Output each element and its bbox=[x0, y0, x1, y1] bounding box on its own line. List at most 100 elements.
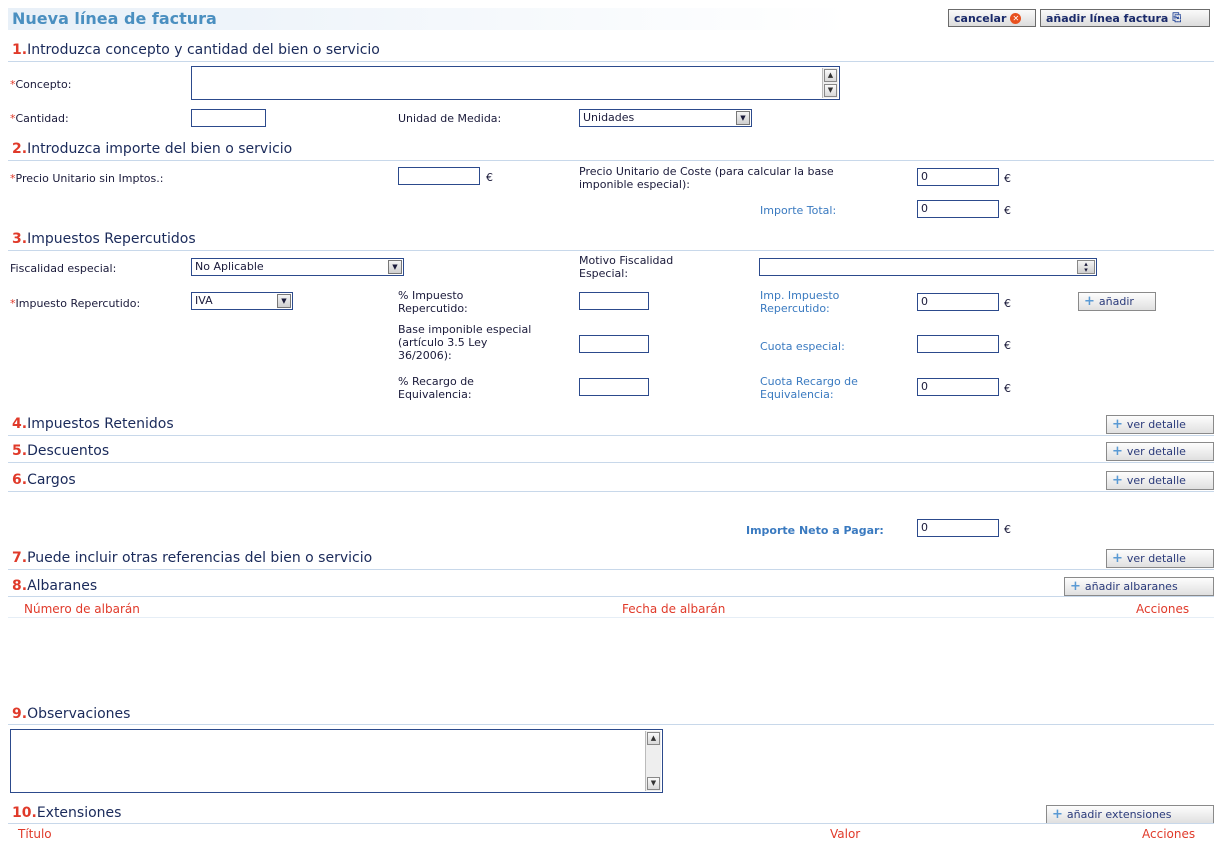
precio-coste-label: Precio Unitario de Coste (para calcular … bbox=[579, 165, 834, 191]
section-divider bbox=[8, 569, 1214, 570]
plus-icon: + bbox=[1112, 443, 1123, 459]
currency-label: € bbox=[1004, 297, 1011, 310]
recargo-input[interactable] bbox=[579, 378, 649, 396]
unidad-select-value: Unidades bbox=[583, 111, 635, 124]
add-line-button[interactable]: añadir línea factura ⎘ bbox=[1040, 9, 1210, 27]
importe-total-input[interactable]: 0 bbox=[917, 200, 999, 218]
cuota-especial-input[interactable] bbox=[917, 335, 999, 353]
base-imponible-input[interactable] bbox=[579, 335, 649, 353]
add-albaranes-label: añadir albaranes bbox=[1084, 580, 1178, 593]
ver-detalle-label: ver detalle bbox=[1126, 445, 1186, 458]
scroll-up-icon[interactable]: ▲ bbox=[824, 69, 837, 82]
table-header-divider bbox=[8, 617, 1214, 618]
impuesto-label: *Impuesto Repercutido: bbox=[10, 297, 141, 310]
page-title: Nueva línea de factura bbox=[12, 9, 217, 28]
section-divider bbox=[8, 160, 1214, 161]
currency-label: € bbox=[486, 171, 493, 184]
add-impuesto-button[interactable]: + añadir bbox=[1078, 292, 1156, 311]
ver-detalle-descuentos-button[interactable]: + ver detalle bbox=[1106, 442, 1214, 461]
add-document-icon: ⎘ bbox=[1172, 11, 1182, 24]
extensiones-col-titulo: Título bbox=[18, 827, 52, 841]
fiscalidad-select[interactable]: No Aplicable ▼ bbox=[191, 258, 404, 276]
ver-detalle-retenidos-button[interactable]: + ver detalle bbox=[1106, 415, 1214, 434]
ver-detalle-label: ver detalle bbox=[1126, 552, 1186, 565]
add-albaranes-button[interactable]: + añadir albaranes bbox=[1064, 577, 1214, 596]
precio-coste-input[interactable]: 0 bbox=[917, 168, 999, 186]
plus-icon: + bbox=[1112, 550, 1123, 566]
imp-impuesto-input[interactable]: 0 bbox=[917, 293, 999, 311]
ver-detalle-cargos-button[interactable]: + ver detalle bbox=[1106, 471, 1214, 490]
section-3-heading: 3.Impuestos Repercutidos bbox=[12, 231, 196, 247]
impuesto-select[interactable]: IVA ▼ bbox=[191, 292, 293, 310]
currency-label: € bbox=[1004, 204, 1011, 217]
extensiones-col-acciones: Acciones bbox=[1142, 827, 1196, 841]
precio-input[interactable] bbox=[398, 167, 480, 185]
pct-impuesto-label: % Impuesto Repercutido: bbox=[398, 289, 468, 315]
currency-label: € bbox=[1004, 382, 1011, 395]
base-imponible-label: Base imponible especial (artículo 3.5 Ley… bbox=[398, 323, 532, 362]
chevron-down-icon[interactable]: ▼ bbox=[388, 260, 402, 274]
albaranes-col-fecha: Fecha de albarán bbox=[622, 602, 726, 616]
precio-label: *Precio Unitario sin Imptos.: bbox=[10, 172, 164, 185]
concepto-scrollbar[interactable]: ▲ ▼ bbox=[822, 68, 838, 98]
observaciones-scrollbar[interactable]: ▲ ▼ bbox=[645, 731, 661, 791]
chevron-down-icon[interactable]: ▼ bbox=[277, 294, 291, 308]
fiscalidad-label: Fiscalidad especial: bbox=[10, 262, 117, 275]
currency-label: € bbox=[1004, 172, 1011, 185]
unidad-label: Unidad de Medida: bbox=[398, 112, 502, 125]
section-divider bbox=[8, 823, 1214, 824]
extensiones-col-valor: Valor bbox=[830, 827, 861, 841]
add-impuesto-label: añadir bbox=[1098, 295, 1134, 308]
observaciones-textarea[interactable]: ▲ ▼ bbox=[10, 729, 663, 793]
unidad-select[interactable]: Unidades ▼ bbox=[579, 109, 752, 127]
plus-icon: + bbox=[1052, 806, 1063, 822]
section-divider bbox=[8, 61, 1214, 62]
concepto-label: *Concepto: bbox=[10, 78, 72, 91]
cuota-especial-label: Cuota especial: bbox=[760, 340, 845, 353]
scroll-up-icon[interactable]: ▲ bbox=[647, 732, 660, 745]
albaranes-col-acciones: Acciones bbox=[1136, 602, 1190, 616]
cantidad-input[interactable] bbox=[191, 109, 266, 127]
spin-icon[interactable]: ▴ ▾ bbox=[1077, 260, 1095, 274]
scroll-down-icon[interactable]: ▼ bbox=[647, 777, 660, 790]
section-divider bbox=[8, 462, 1214, 463]
recargo-label: % Recargo de Equivalencia: bbox=[398, 375, 474, 401]
section-9-heading: 9.Observaciones bbox=[12, 706, 131, 722]
cantidad-label: *Cantidad: bbox=[10, 112, 69, 125]
motivo-textarea[interactable]: ▴ ▾ bbox=[759, 258, 1097, 276]
section-divider bbox=[8, 435, 1214, 436]
section-divider bbox=[8, 491, 1214, 492]
ver-detalle-label: ver detalle bbox=[1126, 418, 1186, 431]
add-extensiones-button[interactable]: + añadir extensiones bbox=[1046, 805, 1214, 824]
currency-label: € bbox=[1004, 339, 1011, 352]
add-line-button-label: añadir línea factura bbox=[1046, 11, 1169, 25]
cancel-button[interactable]: cancelar ✕ bbox=[948, 9, 1036, 27]
pct-impuesto-input[interactable] bbox=[579, 292, 649, 310]
section-5-heading: 5.Descuentos bbox=[12, 443, 110, 459]
section-divider bbox=[8, 596, 1214, 597]
scroll-down-icon[interactable]: ▼ bbox=[824, 84, 837, 97]
cuota-recargo-input[interactable]: 0 bbox=[917, 378, 999, 396]
add-extensiones-label: añadir extensiones bbox=[1066, 808, 1172, 821]
section-10-heading: 10.Extensiones bbox=[12, 805, 122, 821]
imp-impuesto-label: Imp. Impuesto Repercutido: bbox=[760, 289, 840, 315]
ver-detalle-label: ver detalle bbox=[1126, 474, 1186, 487]
albaranes-col-numero: Número de albarán bbox=[24, 602, 140, 616]
section-6-heading: 6.Cargos bbox=[12, 472, 76, 488]
plus-icon: + bbox=[1112, 472, 1123, 488]
section-1-heading: 1.Introduzca concepto y cantidad del bie… bbox=[12, 42, 380, 58]
section-divider bbox=[8, 250, 1214, 251]
plus-icon: + bbox=[1112, 416, 1123, 432]
section-7-heading: 7.Puede incluir otras referencias del bi… bbox=[12, 550, 373, 566]
ver-detalle-referencias-button[interactable]: + ver detalle bbox=[1106, 549, 1214, 568]
concepto-textarea[interactable]: ▲ ▼ bbox=[191, 66, 840, 100]
impuesto-select-value: IVA bbox=[195, 294, 213, 307]
motivo-label: Motivo Fiscalidad Especial: bbox=[579, 254, 674, 280]
currency-label: € bbox=[1004, 523, 1011, 536]
importe-neto-input[interactable]: 0 bbox=[917, 519, 999, 537]
plus-icon: + bbox=[1070, 578, 1081, 594]
chevron-down-icon[interactable]: ▼ bbox=[736, 111, 750, 125]
importe-neto-label: Importe Neto a Pagar: bbox=[746, 524, 884, 537]
cancel-button-label: cancelar bbox=[954, 11, 1007, 25]
section-4-heading: 4.Impuestos Retenidos bbox=[12, 416, 174, 432]
